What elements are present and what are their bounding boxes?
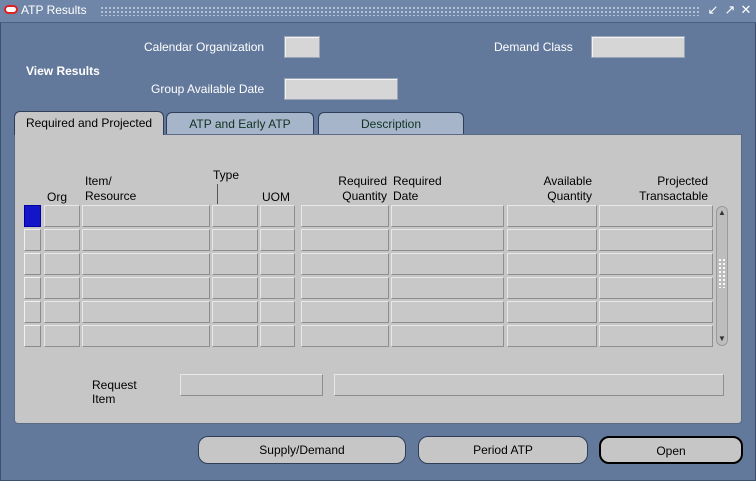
view-results-heading: View Results [26, 64, 100, 78]
required-quantity-cell[interactable] [301, 253, 389, 275]
required-quantity-cell[interactable] [301, 277, 389, 299]
required-quantity-cell[interactable] [301, 229, 389, 251]
type-cell[interactable] [212, 205, 258, 227]
type-cell[interactable] [212, 253, 258, 275]
calendar-organization-label: Calendar Organization [144, 40, 265, 54]
column-header-projected-transactable-line2: Transactable [639, 189, 708, 203]
available-quantity-cell[interactable] [507, 325, 597, 347]
column-header-type: Type [213, 168, 240, 182]
available-quantity-cell[interactable] [507, 253, 597, 275]
column-header-projected-transactable-line1: Projected [657, 174, 708, 188]
org-cell[interactable] [44, 301, 80, 323]
item-resource-cell[interactable] [82, 205, 210, 227]
item-resource-cell[interactable] [82, 301, 210, 323]
request-item-field[interactable] [180, 374, 323, 396]
column-header-uom: UOM [262, 190, 290, 204]
request-item-description-field[interactable] [334, 374, 724, 396]
projected-transactable-cell[interactable] [599, 253, 713, 275]
org-cell[interactable] [44, 277, 80, 299]
type-cell[interactable] [212, 325, 258, 347]
org-cell[interactable] [44, 325, 80, 347]
projected-transactable-cell[interactable] [599, 229, 713, 251]
column-header-org: Org [47, 190, 68, 204]
required-quantity-cell[interactable] [301, 325, 389, 347]
required-date-cell[interactable] [391, 277, 504, 299]
maximize-icon[interactable]: ↗ [722, 2, 738, 18]
scroll-up-icon[interactable]: ▲ [717, 208, 727, 218]
projected-transactable-cell[interactable] [599, 277, 713, 299]
required-date-cell[interactable] [391, 253, 504, 275]
required-date-cell[interactable] [391, 205, 504, 227]
item-resource-cell[interactable] [82, 229, 210, 251]
scroll-down-icon[interactable]: ▼ [717, 334, 727, 344]
uom-cell[interactable] [260, 205, 295, 227]
close-icon[interactable]: ✕ [738, 2, 754, 18]
uom-cell[interactable] [260, 253, 295, 275]
current-record-indicator[interactable] [24, 205, 41, 227]
tab-required-and-projected[interactable]: Required and Projected [14, 111, 164, 135]
required-date-cell[interactable] [391, 325, 504, 347]
record-selector[interactable] [24, 229, 41, 251]
record-selector[interactable] [24, 301, 41, 323]
record-selector[interactable] [24, 325, 41, 347]
group-available-date-field[interactable] [284, 78, 398, 100]
column-header-item-line2: Resource [85, 189, 137, 203]
column-header-item-line1: Item/ [85, 174, 112, 188]
period-atp-button[interactable]: Period ATP [418, 436, 588, 464]
column-header-required-date-line1: Required [393, 174, 442, 188]
uom-cell[interactable] [260, 325, 295, 347]
column-header-required-quantity-line1: Required [338, 174, 387, 188]
type-cell[interactable] [212, 277, 258, 299]
record-selector[interactable] [24, 253, 41, 275]
request-item-label: Request Item [92, 378, 137, 406]
demand-class-label: Demand Class [494, 40, 573, 54]
type-header-divider [217, 184, 218, 204]
item-resource-cell[interactable] [82, 277, 210, 299]
column-header-required-date-line2: Date [393, 189, 419, 203]
supply-demand-button[interactable]: Supply/Demand [198, 436, 406, 464]
type-cell[interactable] [212, 301, 258, 323]
column-header-available-quantity-line1: Available [543, 174, 592, 188]
available-quantity-cell[interactable] [507, 301, 597, 323]
required-date-cell[interactable] [391, 301, 504, 323]
type-cell[interactable] [212, 229, 258, 251]
required-quantity-cell[interactable] [301, 301, 389, 323]
available-quantity-cell[interactable] [507, 229, 597, 251]
calendar-organization-field[interactable] [284, 36, 320, 58]
window-title: ATP Results [21, 3, 87, 17]
scroll-thumb-grip[interactable] [718, 258, 726, 288]
uom-cell[interactable] [260, 229, 295, 251]
required-date-cell[interactable] [391, 229, 504, 251]
required-quantity-cell[interactable] [301, 205, 389, 227]
projected-transactable-cell[interactable] [599, 205, 713, 227]
open-button[interactable]: Open [599, 436, 743, 464]
projected-transactable-cell[interactable] [599, 301, 713, 323]
uom-cell[interactable] [260, 277, 295, 299]
projected-transactable-cell[interactable] [599, 325, 713, 347]
uom-cell[interactable] [260, 301, 295, 323]
group-available-date-label: Group Available Date [151, 82, 265, 96]
title-bar[interactable]: ATP Results ↙ ↗ ✕ [0, 0, 756, 23]
title-bar-grip [100, 6, 700, 16]
tab-atp-and-early-atp[interactable]: ATP and Early ATP [166, 112, 314, 134]
demand-class-field[interactable] [591, 36, 685, 58]
item-resource-cell[interactable] [82, 253, 210, 275]
available-quantity-cell[interactable] [507, 205, 597, 227]
tab-description[interactable]: Description [318, 112, 464, 134]
oracle-app-icon [4, 5, 18, 14]
column-header-available-quantity-line2: Quantity [547, 189, 592, 203]
org-cell[interactable] [44, 229, 80, 251]
minimize-icon[interactable]: ↙ [705, 2, 721, 18]
item-resource-cell[interactable] [82, 325, 210, 347]
column-header-required-quantity-line2: Quantity [342, 189, 387, 203]
org-cell[interactable] [44, 205, 80, 227]
org-cell[interactable] [44, 253, 80, 275]
record-selector[interactable] [24, 277, 41, 299]
available-quantity-cell[interactable] [507, 277, 597, 299]
